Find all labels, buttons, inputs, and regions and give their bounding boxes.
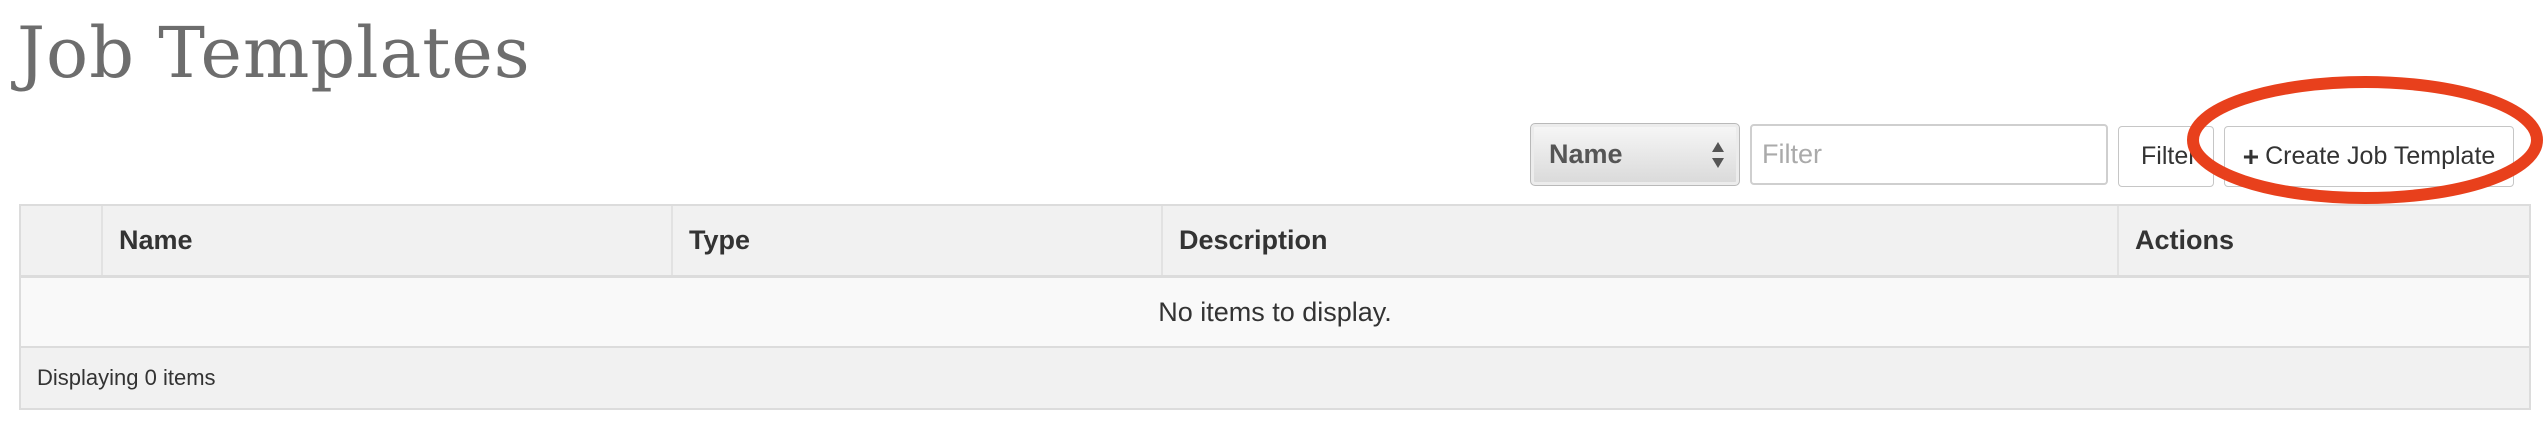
- page-title: Job Templates: [17, 12, 531, 94]
- create-job-template-button[interactable]: + Create Job Template: [2224, 126, 2514, 187]
- page: Job Templates Name Filter + Create Job T…: [0, 0, 2548, 432]
- select-arrows-icon: [1712, 142, 1724, 168]
- column-header-name[interactable]: Name: [103, 206, 673, 275]
- create-button-label: Create Job Template: [2265, 142, 2496, 170]
- filter-button[interactable]: Filter: [2118, 126, 2214, 187]
- empty-table-message: No items to display.: [21, 278, 2529, 348]
- filter-field-selected-value: Name: [1549, 139, 1623, 169]
- column-header-select: [21, 206, 103, 275]
- filter-input[interactable]: [1750, 124, 2108, 185]
- table-header: Name Type Description Actions: [21, 206, 2529, 278]
- job-templates-table: Name Type Description Actions No items t…: [19, 204, 2531, 410]
- filter-field-select[interactable]: Name: [1530, 123, 1740, 186]
- column-header-type[interactable]: Type: [673, 206, 1163, 275]
- column-header-description[interactable]: Description: [1163, 206, 2119, 275]
- table-toolbar: Name Filter + Create Job Template: [0, 123, 2548, 189]
- plus-icon: +: [2242, 140, 2260, 172]
- column-header-actions: Actions: [2135, 225, 2235, 255]
- table-footer-count: Displaying 0 items: [21, 348, 2529, 408]
